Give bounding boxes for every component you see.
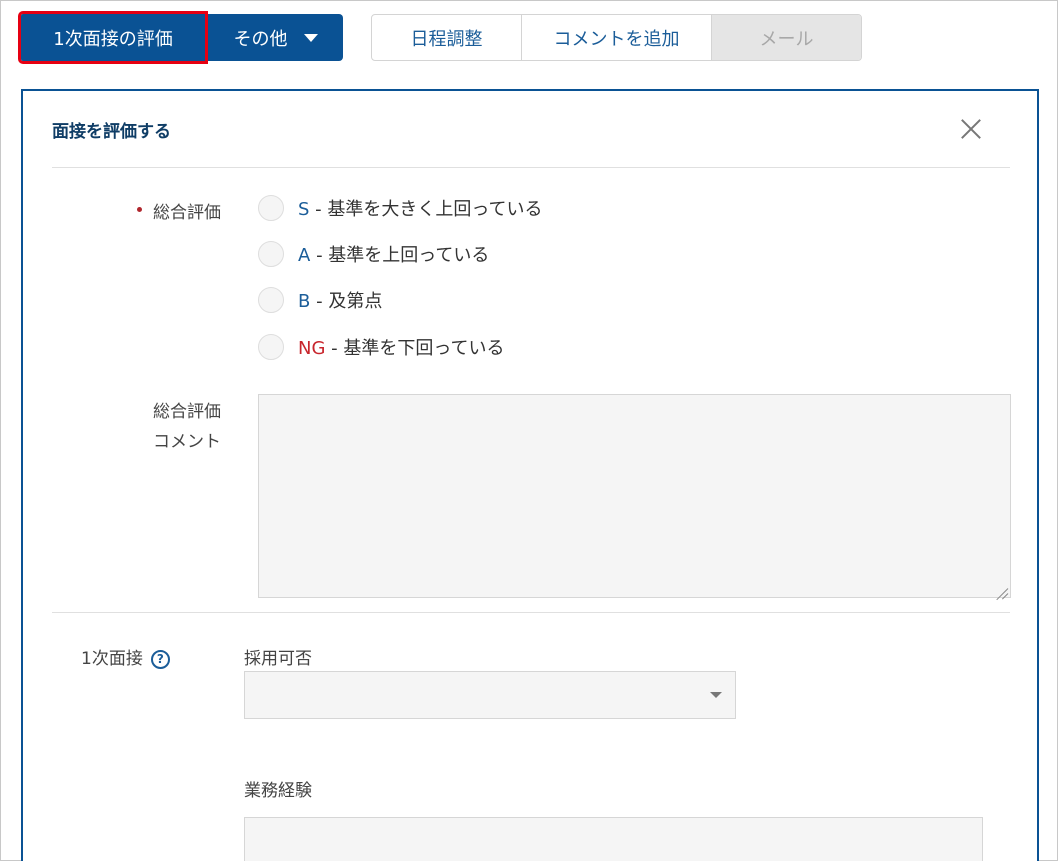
overall-comment-textarea[interactable]	[258, 394, 1011, 598]
hire-decision-label: 採用可否	[244, 649, 312, 669]
first-interview-evaluation-label: 1次面接の評価	[53, 28, 173, 50]
header-divider	[52, 167, 1010, 168]
grade-description: 基準を上回っている	[328, 245, 490, 266]
mail-label: メール	[759, 28, 814, 50]
first-interview-evaluation-button[interactable]: 1次面接の評価	[18, 11, 208, 64]
add-comment-label: コメントを追加	[553, 28, 680, 50]
hire-decision-select[interactable]	[244, 671, 736, 719]
grade-separator: -	[315, 199, 322, 220]
first-interview-label: 1次面接	[81, 649, 143, 669]
work-experience-label: 業務経験	[244, 781, 312, 801]
panel-title: 面接を評価する	[52, 122, 171, 142]
work-experience-field[interactable]	[244, 817, 983, 861]
section-divider	[52, 612, 1010, 613]
grade-description: 基準を下回っている	[343, 338, 505, 359]
other-label: その他	[233, 28, 288, 50]
comment-label-line2: コメント	[153, 432, 221, 452]
help-icon[interactable]: ?	[150, 649, 170, 669]
radio-button[interactable]	[258, 334, 284, 360]
overall-rating-label: 総合評価	[153, 203, 221, 223]
grade-description: 及第点	[328, 291, 383, 312]
window-frame: 1次面接の評価 その他 日程調整 コメントを追加 メール 面接を評価する 総合評…	[0, 0, 1058, 861]
radio-button[interactable]	[258, 241, 284, 267]
schedule-button[interactable]: 日程調整	[372, 15, 522, 60]
rating-option-ng[interactable]: NG - 基準を下回っている	[258, 334, 505, 360]
evaluation-panel: 面接を評価する 総合評価 S - 基準を大きく上回っている A - 基準を上回っ…	[21, 89, 1039, 861]
grade-letter: NG	[298, 338, 326, 359]
chevron-down-icon	[710, 692, 722, 698]
radio-button[interactable]	[258, 195, 284, 221]
comment-label-line1: 総合評価	[153, 402, 221, 422]
rating-option-s[interactable]: S - 基準を大きく上回っている	[258, 195, 543, 221]
rating-option-b[interactable]: B - 及第点	[258, 287, 382, 313]
add-comment-button[interactable]: コメントを追加	[522, 15, 712, 60]
grade-description: 基準を大きく上回っている	[327, 199, 543, 220]
grade-letter: S	[298, 199, 310, 220]
schedule-label: 日程調整	[410, 28, 483, 50]
resize-handle-icon[interactable]	[994, 581, 1008, 595]
first-interview-label-row: 1次面接?	[81, 644, 170, 669]
required-marker-icon	[137, 207, 142, 212]
grade-separator: -	[331, 338, 338, 359]
grade-separator: -	[316, 291, 323, 312]
rating-option-a[interactable]: A - 基準を上回っている	[258, 241, 489, 267]
caret-down-icon	[303, 33, 318, 42]
close-icon[interactable]	[960, 118, 982, 140]
mail-button[interactable]: メール	[712, 15, 861, 60]
radio-button[interactable]	[258, 287, 284, 313]
grade-letter: A	[298, 245, 311, 266]
action-segment-group: 日程調整 コメントを追加 メール	[371, 14, 862, 61]
grade-letter: B	[298, 291, 311, 312]
other-dropdown-button[interactable]: その他	[208, 14, 343, 61]
grade-separator: -	[316, 245, 323, 266]
